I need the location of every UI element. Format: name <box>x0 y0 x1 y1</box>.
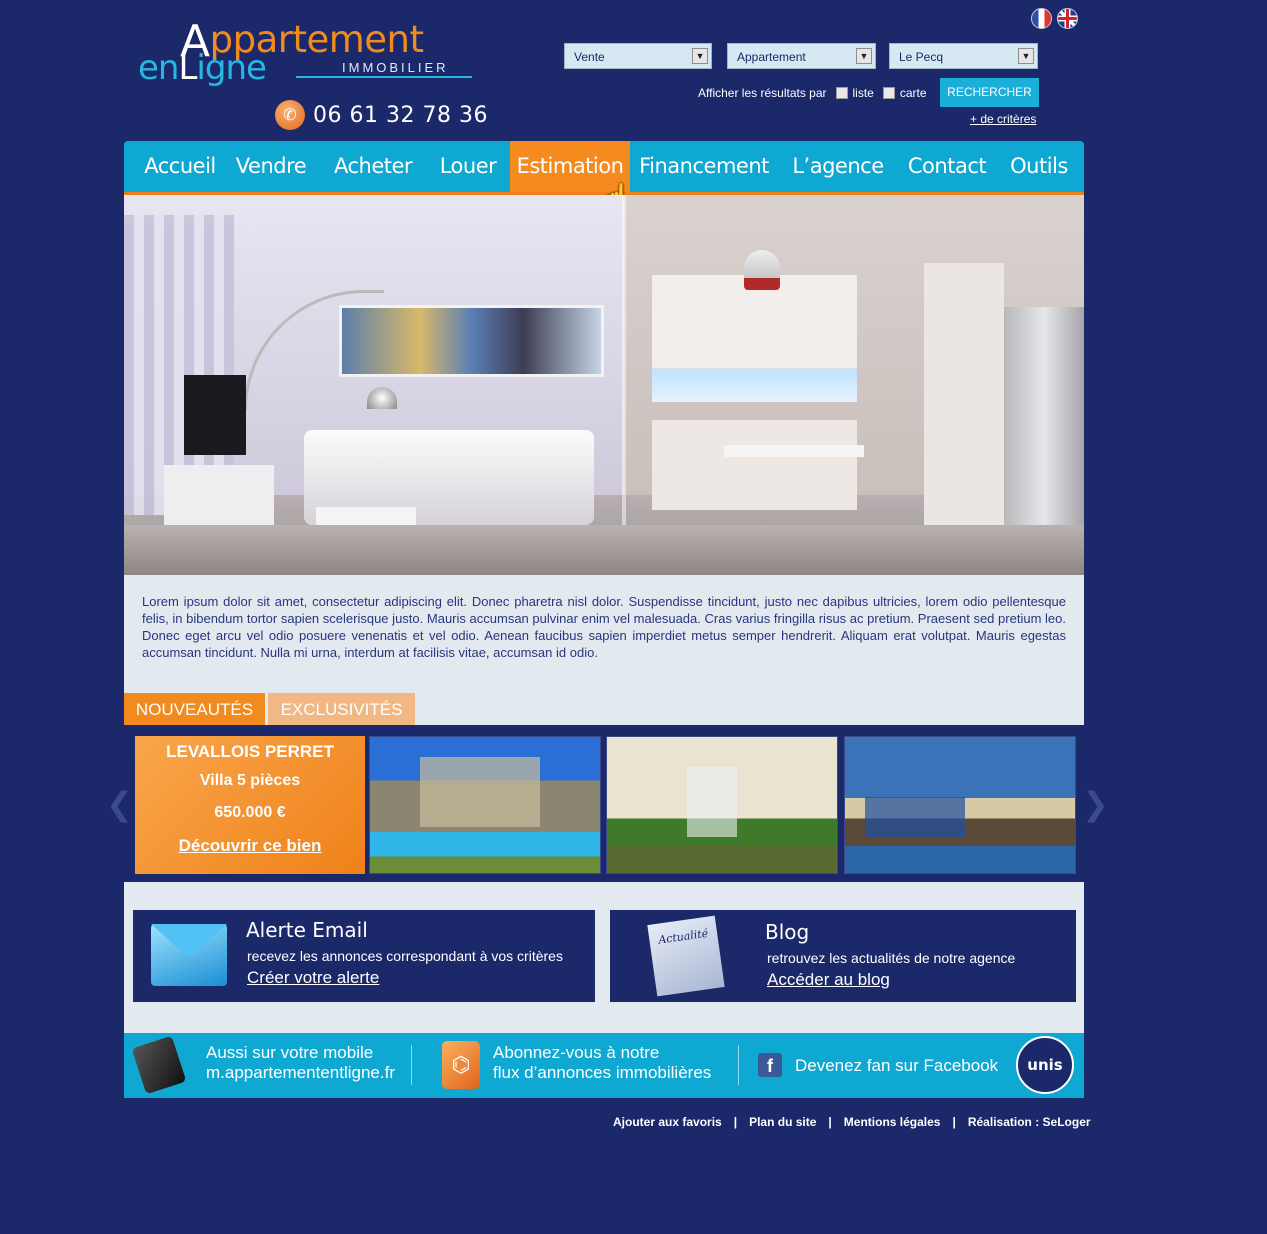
listing-thumbnail[interactable] <box>606 736 838 874</box>
blog-desc: retrouvez les actualités de notre agence <box>767 950 1016 966</box>
display-label: Afficher les résultats par <box>698 86 827 100</box>
credits-link[interactable]: Réalisation : SeLoger <box>968 1115 1091 1129</box>
rss-promo[interactable]: Abonnez-vous à notre flux d’annonces imm… <box>493 1043 711 1083</box>
email-alert-title: Alerte Email <box>246 918 368 942</box>
blog-link[interactable]: Accéder au blog <box>767 970 890 990</box>
featured-listing[interactable]: LEVALLOIS PERRET Villa 5 pièces 650.000 … <box>135 736 365 874</box>
list-checkbox[interactable] <box>835 87 848 99</box>
city-value: Le Pecq <box>899 50 944 64</box>
chevron-left-icon[interactable]: ❮ <box>106 785 133 823</box>
phone-number-text: 06 61 32 78 36 <box>313 102 488 128</box>
rss-line1: Abonnez-vous à notre <box>493 1043 660 1062</box>
city-select[interactable]: Le Pecq ▼ <box>889 43 1038 69</box>
footer-bar: Aussi sur votre mobile m.appartemententl… <box>124 1033 1084 1098</box>
listing-price: 650.000 € <box>214 804 286 821</box>
email-alert-desc: recevez les annonces correspondant à vos… <box>247 948 563 964</box>
chevron-right-icon[interactable]: ❯ <box>1082 785 1109 823</box>
phone-number[interactable]: ✆ 06 61 32 78 36 <box>275 100 488 130</box>
map-checkbox[interactable] <box>882 87 895 99</box>
nav-item-financement[interactable]: Financement <box>634 141 774 192</box>
language-switcher <box>1031 8 1078 29</box>
rss-icon: ⌬ <box>442 1041 480 1089</box>
facebook-icon: f <box>758 1053 782 1077</box>
unis-logo[interactable]: unis <box>1016 1036 1074 1094</box>
sitemap-link[interactable]: Plan du site <box>749 1115 816 1129</box>
nav-item-agence[interactable]: L’agence <box>788 141 888 192</box>
list-label: liste <box>852 86 874 100</box>
mobile-url: m.appartemententligne.fr <box>206 1063 395 1082</box>
more-criteria-link[interactable]: + de critères <box>970 112 1036 126</box>
footer-links: Ajouter aux favoris | Plan du site | Men… <box>613 1115 1091 1129</box>
logo-underline <box>296 76 472 78</box>
email-alert-box: Alerte Email recevez les annonces corres… <box>133 910 595 1002</box>
search-button[interactable]: RECHERCHER <box>940 78 1039 107</box>
chevron-down-icon: ▼ <box>692 48 708 64</box>
property-type-value: Appartement <box>737 50 806 64</box>
listing-city: LEVALLOIS PERRET <box>166 742 334 761</box>
hero-image <box>124 195 1084 575</box>
display-options: Afficher les résultats par liste carte <box>698 86 927 100</box>
site-logo[interactable]: Appartement enLigne IMMOBILIER <box>136 12 476 100</box>
french-flag-icon[interactable] <box>1031 8 1052 29</box>
property-type-select[interactable]: Appartement ▼ <box>727 43 876 69</box>
map-label: carte <box>899 86 927 100</box>
blog-title: Blog <box>765 920 810 944</box>
separator: | <box>952 1115 956 1129</box>
intro-text: Lorem ipsum dolor sit amet, consectetur … <box>142 594 1066 660</box>
logo-subtitle: IMMOBILIER <box>342 60 449 75</box>
rss-line2: flux d’annonces immobilières <box>493 1063 712 1082</box>
separator: | <box>733 1115 738 1129</box>
nav-item-outils[interactable]: Outils <box>1004 141 1074 192</box>
mobile-promo[interactable]: Aussi sur votre mobile m.appartemententl… <box>206 1043 395 1083</box>
newspaper-icon: Actualité <box>647 915 725 997</box>
listing-thumbnail[interactable] <box>369 736 601 874</box>
envelope-icon <box>151 924 227 986</box>
tab-exclusivites[interactable]: EXCLUSIVITÉS <box>268 693 415 725</box>
logo-bottom-text: enLigne <box>138 48 267 88</box>
add-favorites-link[interactable]: Ajouter aux favoris <box>613 1115 722 1129</box>
listing-type: Villa 5 pièces <box>199 772 301 789</box>
create-alert-link[interactable]: Créer votre alerte <box>247 968 379 988</box>
transaction-select[interactable]: Vente ▼ <box>564 43 712 69</box>
nav-item-vendre[interactable]: Vendre <box>228 141 314 192</box>
discover-listing-link[interactable]: Découvrir ce bien <box>179 836 322 856</box>
mobile-line1: Aussi sur votre mobile <box>206 1043 374 1062</box>
listing-thumbnail[interactable] <box>844 736 1076 874</box>
blog-box: Actualité Blog retrouvez les actualités … <box>610 910 1076 1002</box>
chevron-down-icon: ▼ <box>856 48 872 64</box>
nav-item-contact[interactable]: Contact <box>904 141 990 192</box>
smartphone-icon <box>131 1035 187 1095</box>
tab-nouveautes[interactable]: NOUVEAUTÉS <box>124 693 265 725</box>
nav-item-accueil[interactable]: Accueil <box>138 141 222 192</box>
uk-flag-icon[interactable] <box>1057 8 1078 29</box>
legal-link[interactable]: Mentions légales <box>844 1115 941 1129</box>
facebook-link[interactable]: Devenez fan sur Facebook <box>795 1056 998 1076</box>
separator: | <box>828 1115 832 1129</box>
chevron-down-icon: ▼ <box>1018 48 1034 64</box>
nav-item-louer[interactable]: Louer <box>432 141 504 192</box>
nav-item-acheter[interactable]: Acheter <box>324 141 422 192</box>
phone-icon: ✆ <box>275 100 305 130</box>
transaction-value: Vente <box>574 50 605 64</box>
